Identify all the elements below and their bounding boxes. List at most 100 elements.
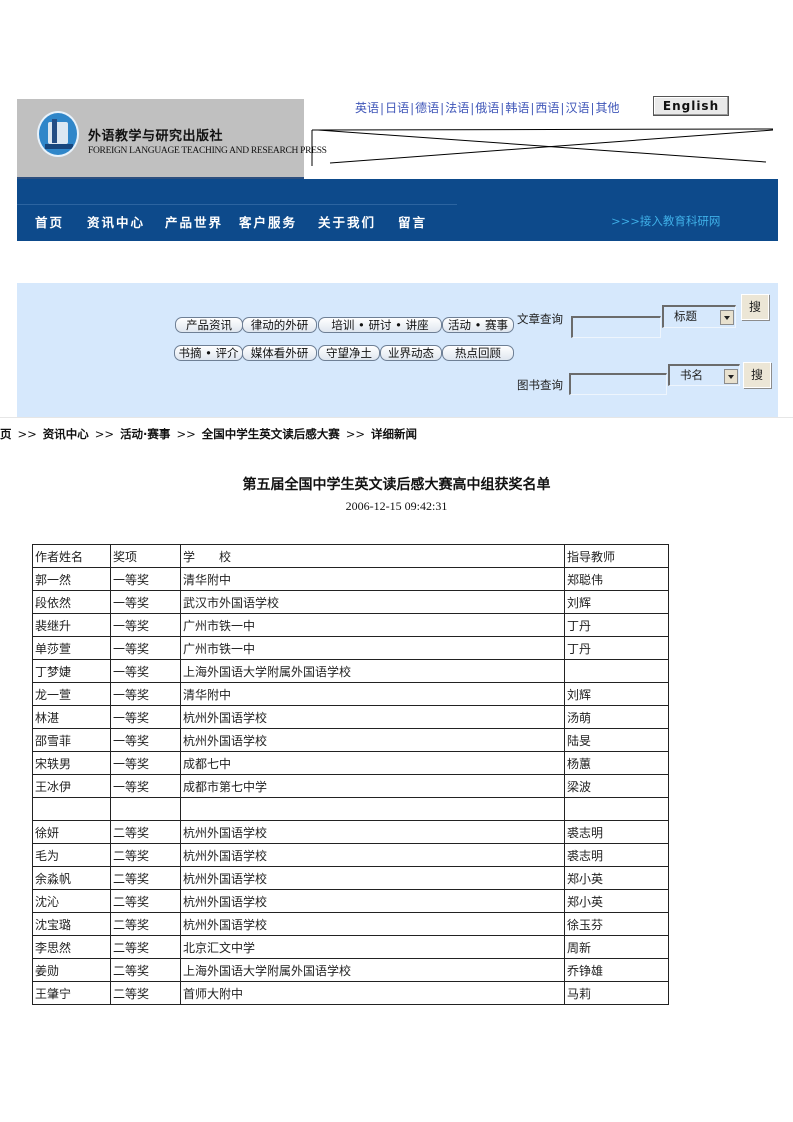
teacher-cell: 裘志明 <box>564 843 669 867</box>
table-row: 王肇宁 二等奖 首师大附中 马莉 <box>32 981 669 1005</box>
school-cell: 广州市铁一中 <box>180 636 565 660</box>
author-name-cell: 李思然 <box>32 935 111 959</box>
category-button-fltrp-rhythm[interactable]: 律动的外研 <box>242 317 317 333</box>
category-button-events[interactable]: 活动 • 赛事 <box>442 317 514 333</box>
breadcrumb-news-center[interactable]: 资讯中心 <box>43 427 89 441</box>
school-cell: 杭州外国语学校 <box>180 889 565 913</box>
author-name-cell: 徐妍 <box>32 820 111 844</box>
author-name-cell: 段依然 <box>32 590 111 614</box>
table-row: 余淼帆 二等奖 杭州外国语学校 郑小英 <box>32 866 669 890</box>
teacher-cell <box>564 659 669 683</box>
article-search-button[interactable]: 搜 <box>741 294 769 320</box>
language-link-chinese[interactable]: 汉语 <box>565 101 589 115</box>
teacher-cell <box>564 797 669 821</box>
school-cell: 杭州外国语学校 <box>180 866 565 890</box>
column-header-school: 学 校 <box>180 544 565 568</box>
category-button-book-reviews[interactable]: 书摘 • 评介 <box>174 345 243 361</box>
category-button-hot-topics[interactable]: 热点回顾 <box>442 345 514 361</box>
dropdown-arrow-icon[interactable] <box>724 369 738 384</box>
category-button-product-news[interactable]: 产品资讯 <box>175 317 243 333</box>
nav-item-news-center[interactable]: 资讯中心 <box>87 212 145 231</box>
table-row: 段依然 一等奖 武汉市外国语学校 刘辉 <box>32 590 669 614</box>
book-search-field-value: 书名 <box>680 368 703 382</box>
english-site-button[interactable]: English <box>653 96 729 116</box>
award-cell <box>110 797 181 821</box>
language-link-korean[interactable]: 韩语 <box>505 101 529 115</box>
language-link-spanish[interactable]: 西语 <box>535 101 559 115</box>
award-cell: 一等奖 <box>110 751 181 775</box>
teacher-cell: 徐玉芬 <box>564 912 669 936</box>
education-network-link[interactable]: >>>接入教育科研网 <box>611 213 720 229</box>
award-cell: 一等奖 <box>110 636 181 660</box>
school-cell: 杭州外国语学校 <box>180 820 565 844</box>
teacher-cell: 周新 <box>564 935 669 959</box>
language-link-english[interactable]: 英语 <box>355 101 379 115</box>
teacher-cell: 梁波 <box>564 774 669 798</box>
publisher-logo[interactable]: 外语教学与研究出版社 FOREIGN LANGUAGE TEACHING AND… <box>17 99 327 179</box>
language-link-german[interactable]: 德语 <box>415 101 439 115</box>
language-link-french[interactable]: 法语 <box>445 101 469 115</box>
book-search-input[interactable] <box>569 373 667 395</box>
award-cell: 二等奖 <box>110 820 181 844</box>
author-name-cell: 毛为 <box>32 843 111 867</box>
award-cell: 二等奖 <box>110 958 181 982</box>
table-row: 单莎萱 一等奖 广州市铁一中 丁丹 <box>32 636 669 660</box>
school-cell: 清华附中 <box>180 567 565 591</box>
school-cell: 武汉市外国语学校 <box>180 590 565 614</box>
table-row: 毛为 二等奖 杭州外国语学校 裘志明 <box>32 843 669 867</box>
award-cell: 一等奖 <box>110 705 181 729</box>
table-header-row: 作者姓名 奖项学 校指导教师 <box>32 544 669 568</box>
category-button-industry-news[interactable]: 业界动态 <box>380 345 442 361</box>
teacher-cell: 丁丹 <box>564 636 669 660</box>
school-cell: 上海外国语大学附属外国语学校 <box>180 659 565 683</box>
awards-table: 作者姓名 奖项学 校指导教师 郭一然 一等奖 清华附中 郑聪伟 段依然 一等奖 武汉市外国语学校… <box>32 544 669 1005</box>
article-search-input[interactable] <box>571 316 661 338</box>
category-button-media[interactable]: 媒体看外研 <box>242 345 317 361</box>
book-search-button[interactable]: 搜 <box>743 362 771 388</box>
table-row: 丁梦婕 一等奖 上海外国语大学附属外国语学校 <box>32 659 669 683</box>
author-name-cell: 沈宝璐 <box>32 912 111 936</box>
award-cell: 一等奖 <box>110 659 181 683</box>
author-name-cell <box>32 797 111 821</box>
main-nav-bar <box>17 179 778 241</box>
table-row: 裴继升 一等奖 广州市铁一中 丁丹 <box>32 613 669 637</box>
language-link-russian[interactable]: 俄语 <box>475 101 499 115</box>
language-link-japanese[interactable]: 日语 <box>385 101 409 115</box>
award-cell: 一等奖 <box>110 728 181 752</box>
table-row: 林湛 一等奖 杭州外国语学校 汤萌 <box>32 705 669 729</box>
teacher-cell: 汤萌 <box>564 705 669 729</box>
school-cell: 杭州外国语学校 <box>180 912 565 936</box>
award-cell: 一等奖 <box>110 613 181 637</box>
category-button-pure-land[interactable]: 守望净土 <box>318 345 380 361</box>
school-cell: 成都市第七中学 <box>180 774 565 798</box>
article-search-field-select[interactable]: 标题 <box>662 305 736 328</box>
teacher-cell: 郑聪伟 <box>564 567 669 591</box>
nav-item-guestbook[interactable]: 留言 <box>398 212 427 231</box>
nav-item-customer-service[interactable]: 客户服务 <box>239 212 297 231</box>
table-row: 宋轶男 一等奖 成都七中 杨蕙 <box>32 751 669 775</box>
school-cell: 杭州外国语学校 <box>180 705 565 729</box>
breadcrumb-contest[interactable]: 全国中学生英文读后感大赛 <box>202 427 340 441</box>
school-cell: 广州市铁一中 <box>180 613 565 637</box>
award-cell: 二等奖 <box>110 843 181 867</box>
divider <box>0 417 793 418</box>
award-cell: 二等奖 <box>110 981 181 1005</box>
award-cell: 一等奖 <box>110 774 181 798</box>
category-button-training[interactable]: 培训 • 研讨 • 讲座 <box>318 317 442 333</box>
nav-item-products[interactable]: 产品世界 <box>165 212 223 231</box>
breadcrumb-home[interactable]: 页 <box>0 427 12 441</box>
school-cell: 成都七中 <box>180 751 565 775</box>
book-search-field-select[interactable]: 书名 <box>668 364 740 386</box>
table-row: 王冰伊 一等奖 成都市第七中学 梁波 <box>32 774 669 798</box>
school-cell <box>180 797 565 821</box>
nav-item-about-us[interactable]: 关于我们 <box>318 212 376 231</box>
nav-item-home[interactable]: 首页 <box>35 212 64 231</box>
school-cell: 首师大附中 <box>180 981 565 1005</box>
language-link-other[interactable]: 其他 <box>596 101 620 115</box>
dropdown-arrow-icon[interactable] <box>720 310 734 325</box>
teacher-cell: 郑小英 <box>564 889 669 913</box>
broken-banner-image <box>311 128 774 166</box>
author-name-cell: 单莎萱 <box>32 636 111 660</box>
table-row: 龙一萱 一等奖 清华附中 刘辉 <box>32 682 669 706</box>
breadcrumb-events[interactable]: 活动·赛事 <box>120 427 170 441</box>
